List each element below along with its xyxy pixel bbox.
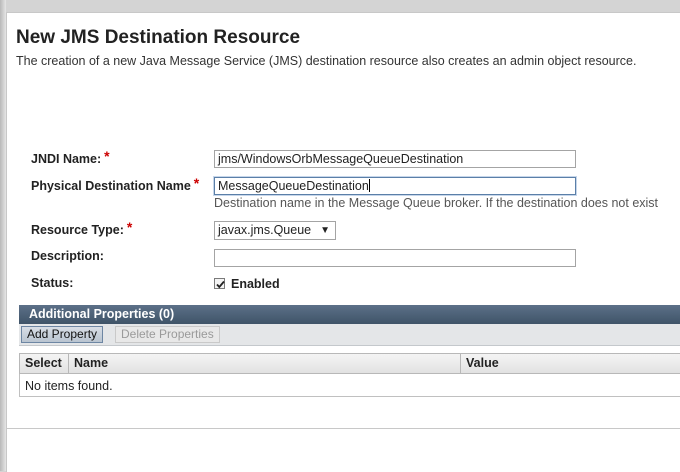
page-description: The creation of a new Java Message Servi…: [16, 54, 637, 68]
required-marker: *: [126, 219, 133, 235]
description-label: Description:: [31, 249, 104, 263]
physical-destination-hint: Destination name in the Message Queue br…: [214, 196, 659, 210]
resource-type-label: Resource Type: *: [31, 219, 133, 237]
additional-properties-header: Additional Properties (0): [19, 305, 680, 324]
content-panel: New JMS Destination Resource The creatio…: [6, 12, 680, 472]
physical-destination-input[interactable]: MessageQueueDestination: [214, 177, 576, 195]
column-header-select[interactable]: Select: [19, 353, 69, 374]
physical-destination-label: Physical Destination Name *: [31, 175, 200, 193]
physical-destination-label-text: Physical Destination Name: [31, 179, 191, 193]
properties-table-body: No items found.: [19, 374, 680, 397]
jndi-name-value: jms/WindowsOrbMessageQueueDestination: [218, 152, 464, 166]
required-marker: *: [193, 175, 200, 191]
description-input[interactable]: [214, 249, 576, 267]
text-caret: [368, 179, 370, 192]
resource-type-value: javax.jms.Queue: [218, 223, 312, 237]
page-title: New JMS Destination Resource: [16, 27, 301, 48]
properties-toolbar: Add Property Delete Properties: [19, 324, 680, 346]
resource-type-select[interactable]: javax.jms.Queue ▼: [214, 221, 336, 240]
resource-type-label-text: Resource Type:: [31, 223, 124, 237]
physical-destination-value: MessageQueueDestination: [218, 179, 369, 193]
enabled-label: Enabled: [231, 277, 280, 291]
jndi-name-input[interactable]: jms/WindowsOrbMessageQueueDestination: [214, 150, 576, 168]
column-header-value[interactable]: Value: [461, 353, 680, 374]
jndi-name-label: JNDI Name: *: [31, 148, 110, 166]
checkmark-icon: [216, 280, 225, 289]
delete-properties-button[interactable]: Delete Properties: [115, 326, 220, 343]
chevron-down-icon: ▼: [320, 225, 330, 236]
add-property-button[interactable]: Add Property: [21, 326, 104, 343]
required-marker: *: [104, 148, 110, 164]
column-header-name[interactable]: Name: [69, 353, 461, 374]
jndi-name-label-text: JNDI Name:: [31, 152, 102, 166]
enabled-checkbox[interactable]: [214, 278, 225, 289]
footer-divider: [6, 428, 680, 429]
empty-table-message: No items found.: [25, 379, 113, 393]
status-label: Status:: [31, 276, 74, 290]
